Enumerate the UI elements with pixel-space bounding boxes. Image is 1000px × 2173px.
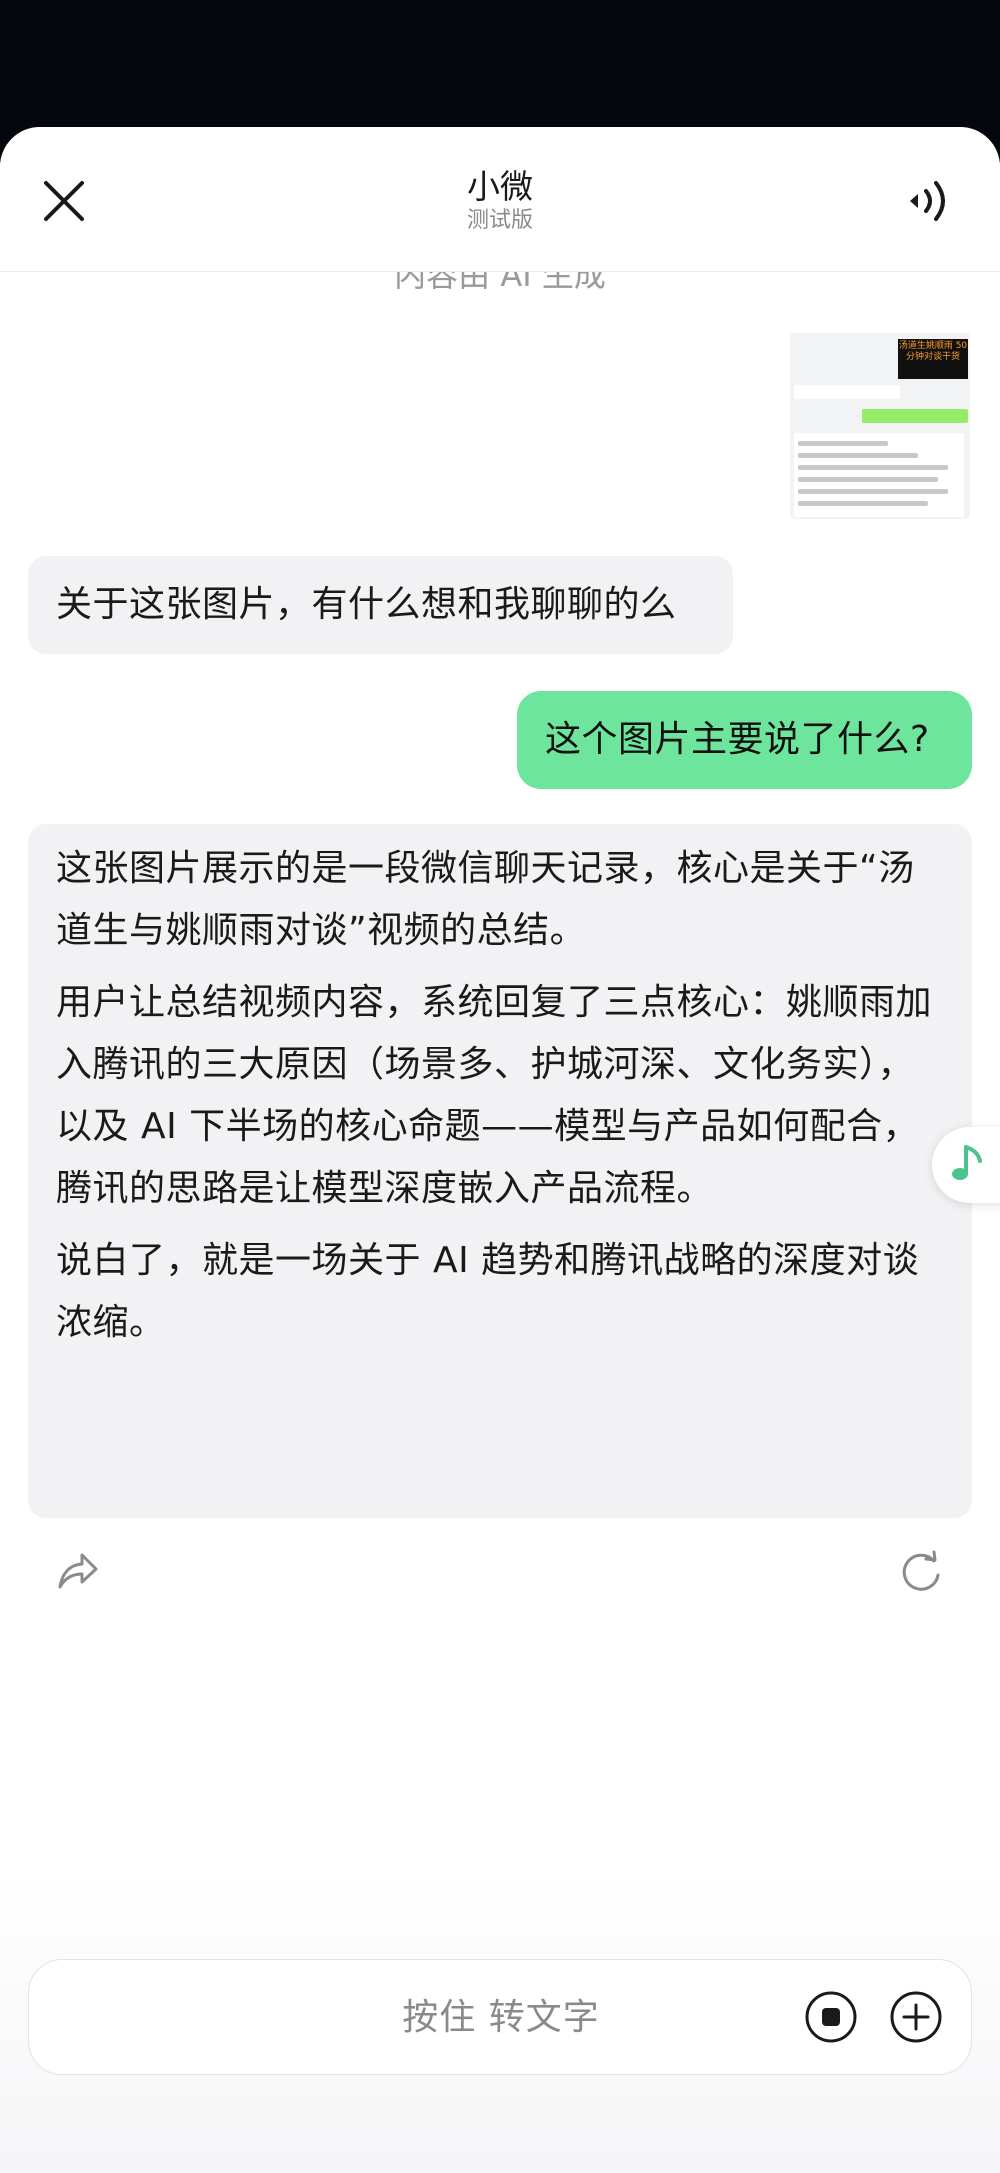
thumbnail-video-card: 汤道生姚顺雨 50分钟对谈干货 [898,339,968,379]
music-note-icon [952,1145,982,1180]
thumbnail-summary-block [794,433,964,517]
page-subtitle: 测试版 [466,208,533,233]
stop-button[interactable] [804,1990,858,2044]
chat-sheet: 小微 测试版 内容由 AI 生成 汤道生姚顺雨 50分钟对谈干货 关于这张图片，… [0,127,1000,2173]
page-title: 小微 [467,167,533,206]
message-paragraph: 这张图片展示的是一段微信聊天记录，核心是关于“汤道生与姚顺雨对谈”视频的总结。 [56,848,915,951]
input-bar: 按住 转文字 [28,1959,972,2075]
message-paragraph: 用户让总结视频内容，系统回复了三点核心：姚顺雨加入腾讯的三大原因（场景多、护城河… [56,982,933,1209]
regenerate-button[interactable] [898,1549,944,1595]
add-button[interactable] [889,1990,943,2044]
share-button[interactable] [56,1549,100,1593]
share-icon [58,1553,98,1589]
speaker-icon [910,181,945,221]
assistant-message: 这张图片展示的是一段微信聊天记录，核心是关于“汤道生与姚顺雨对谈”视频的总结。 … [28,824,972,1518]
regenerate-icon [902,1550,940,1591]
user-message: 这个图片主要说了什么? [517,691,972,789]
message-paragraph: 说白了，就是一场关于 AI 趋势和腾讯战略的深度对谈浓缩。 [56,1240,920,1343]
shared-image-thumbnail[interactable]: 汤道生姚顺雨 50分钟对谈干货 [790,333,970,519]
thumbnail-chat-line [862,409,968,423]
plus-icon [890,1991,942,2043]
read-aloud-button[interactable] [906,175,956,227]
chat-header: 小微 测试版 [0,127,1000,272]
title-group: 小微 测试版 [0,167,1000,235]
stop-icon [805,1991,857,2043]
thumbnail-chat-line [794,385,900,399]
floating-music-button[interactable] [932,1127,1000,1203]
assistant-message: 关于这张图片，有什么想和我聊聊的么 [28,556,733,654]
